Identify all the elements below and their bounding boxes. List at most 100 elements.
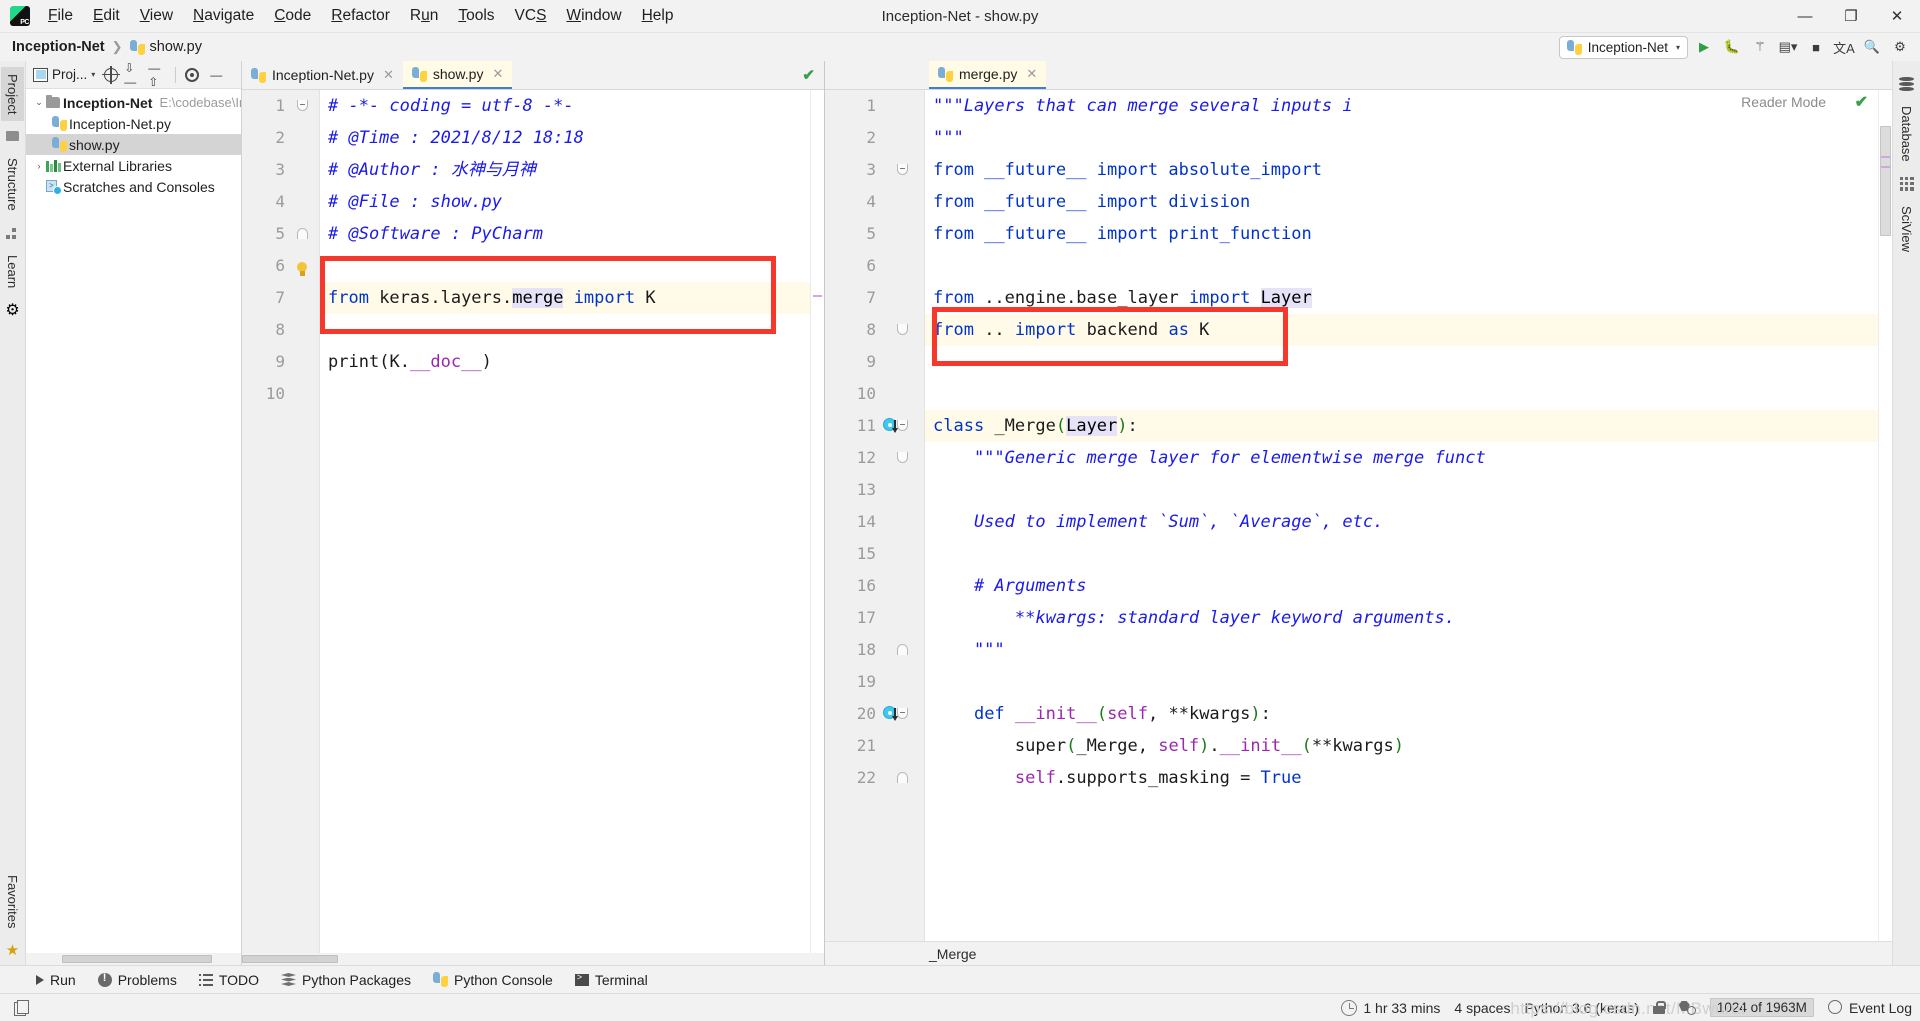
close-icon[interactable]: ✕ (1026, 66, 1037, 82)
grid-icon[interactable] (1899, 176, 1915, 192)
menu-item-window[interactable]: Window (556, 4, 631, 28)
scroll-from-source-icon[interactable] (100, 64, 122, 86)
sidebar-item-structure[interactable]: Structure (1, 151, 24, 218)
close-button[interactable]: ✕ (1874, 0, 1920, 33)
project-panel-title[interactable]: Proj... ▾ (30, 67, 98, 82)
fold-marker[interactable] (894, 762, 911, 794)
indent-widget[interactable]: 4 spaces (1454, 1000, 1510, 1016)
fold-marker[interactable] (294, 218, 311, 250)
project-panel-hscrollbar[interactable] (26, 953, 241, 965)
tab-merge-py[interactable]: merge.py ✕ (929, 61, 1047, 89)
fold-marker[interactable] (894, 154, 911, 186)
menu-item-edit[interactable]: Edit (83, 4, 130, 28)
code-line-1: """Layers that can merge several inputs … (933, 96, 1353, 116)
tree-node-scratches[interactable]: Scratches and Consoles (26, 176, 241, 197)
toolwindow-python-packages[interactable]: Python Packages (271, 969, 421, 991)
editor-pane-left: Inception-Net.py ✕ show.py ✕ ✔ 1 2 3 4 5… (242, 61, 825, 965)
gear-icon[interactable] (181, 64, 203, 86)
interpreter-widget[interactable]: Python 3.6 (keras) (1524, 1000, 1638, 1016)
expand-all-icon[interactable]: ⇩— (124, 61, 146, 89)
chevron-right-icon[interactable]: › (32, 161, 46, 171)
minimize-button[interactable]: — (1782, 0, 1828, 33)
run-coverage-icon[interactable]: ⚚ (1748, 36, 1772, 59)
menu-item-view[interactable]: View (130, 4, 183, 28)
menu-item-help[interactable]: Help (632, 4, 684, 28)
sidebar-item-project[interactable]: Project (1, 67, 24, 122)
run-configuration-selector[interactable]: Inception-Net ▾ (1558, 35, 1688, 59)
tab-inception-net-py[interactable]: Inception-Net.py ✕ (242, 61, 403, 89)
pycharm-logo-icon (10, 6, 30, 26)
sidebar-item-sciview[interactable]: SciView (1895, 199, 1918, 259)
tree-node-inception-net[interactable]: ⌄ Inception-Net E:\codebase\In (26, 92, 241, 113)
gear-icon[interactable]: ⚙ (1888, 36, 1912, 59)
learn-rail-icon[interactable]: ⚙ (5, 302, 21, 319)
toggle-toolwindows-icon[interactable] (14, 1000, 29, 1016)
chevron-down-icon[interactable]: ⌄ (32, 97, 46, 108)
toolwindow-todo[interactable]: TODO (189, 969, 269, 991)
toolwindow-python-console[interactable]: Python Console (423, 969, 563, 991)
run-gutter-icon[interactable] (883, 418, 898, 433)
search-icon[interactable]: 🔍 (1860, 36, 1884, 59)
menu-item-refactor[interactable]: Refactor (321, 4, 400, 28)
code-text-left[interactable]: # -*- coding = utf-8 -*- # @Time : 2021/… (320, 90, 824, 953)
folder-rail-icon[interactable] (5, 128, 21, 144)
toolwindow-terminal[interactable]: Terminal (565, 969, 658, 991)
reader-mode-label[interactable]: Reader Mode (1737, 94, 1830, 110)
close-icon[interactable]: ✕ (492, 66, 503, 82)
tree-node-external-libraries[interactable]: › External Libraries (26, 155, 241, 176)
sidebar-item-learn[interactable]: Learn (1, 248, 24, 295)
inspection-status-icon[interactable]: ✔ (802, 61, 815, 89)
tree-node-show-py[interactable]: show.py (26, 134, 241, 155)
toolwindow-problems[interactable]: Problems (88, 969, 187, 991)
code-text-right[interactable]: """Layers that can merge several inputs … (925, 90, 1892, 941)
menu-item-code[interactable]: Code (264, 4, 321, 28)
inspection-widget-icon[interactable] (1679, 1000, 1696, 1015)
menu-item-navigate[interactable]: Navigate (183, 4, 264, 28)
gutter-left[interactable]: 1 2 3 4 5 6 7 8 9 10 (242, 90, 320, 953)
editor-hscrollbar-left[interactable] (242, 953, 824, 965)
editor-pane-right: merge.py ✕ Reader Mode ✔ 1 2 3 4 5 6 7 8… (825, 61, 1892, 965)
collapse-all-icon[interactable]: —⇧ (148, 61, 170, 89)
lock-icon[interactable] (1652, 1001, 1666, 1014)
sidebar-item-database[interactable]: Database (1895, 99, 1918, 169)
close-icon[interactable]: ✕ (383, 67, 394, 83)
menu-item-file[interactable]: File (38, 4, 83, 28)
run-gutter-icon[interactable] (883, 706, 898, 721)
editor-tabs-left: Inception-Net.py ✕ show.py ✕ ✔ (242, 61, 824, 90)
fold-marker[interactable] (894, 442, 911, 474)
fold-marker[interactable] (294, 90, 311, 122)
stop-icon[interactable]: ■ (1804, 36, 1828, 59)
menu-item-vcs[interactable]: VCS (505, 4, 557, 28)
database-icon[interactable] (1899, 76, 1915, 92)
structure-rail-icon[interactable] (5, 225, 21, 241)
editor-tabs-right: merge.py ✕ (825, 61, 1892, 90)
gutter-right[interactable]: 1 2 3 4 5 6 7 8 9 10 11 12 13 14 15 16 1… (825, 90, 925, 941)
hide-panel-icon[interactable]: — (205, 64, 227, 86)
tree-node-inception-net-py[interactable]: Inception-Net.py (26, 113, 241, 134)
run-play-icon[interactable]: ▶ (1692, 36, 1716, 59)
breadcrumb-file[interactable]: show.py (129, 39, 202, 55)
translate-icon[interactable]: 文A (1832, 36, 1856, 59)
event-log-button[interactable]: Event Log (1827, 1000, 1912, 1016)
breadcrumb-class-label[interactable]: _Merge (929, 946, 976, 962)
debug-bug-icon[interactable]: 🐛 (1720, 36, 1744, 59)
marker-column-right[interactable] (1878, 90, 1892, 941)
tab-show-py[interactable]: show.py ✕ (402, 61, 513, 89)
menu-item-tools[interactable]: Tools (448, 4, 504, 28)
memory-indicator[interactable]: 1024 of 1963M (1709, 998, 1814, 1017)
sidebar-item-favorites[interactable]: Favorites (1, 868, 24, 935)
time-tracking-widget[interactable]: 1 hr 33 mins (1341, 999, 1440, 1016)
star-icon[interactable]: ★ (6, 941, 19, 959)
fold-marker[interactable] (894, 314, 911, 346)
profile-icon[interactable]: ▤▾ (1776, 36, 1800, 59)
marker-column-left[interactable] (810, 90, 824, 953)
breadcrumb-project[interactable]: Inception-Net (12, 39, 105, 55)
tree-node-label: Inception-Net (63, 94, 153, 111)
intention-bulb-icon[interactable] (295, 262, 309, 278)
toolwindow-run[interactable]: Run (26, 969, 86, 991)
menu-item-run[interactable]: Run (400, 4, 448, 28)
inspection-status-icon[interactable]: ✔ (1855, 92, 1868, 112)
maximize-button[interactable]: ❐ (1828, 0, 1874, 33)
toolwindow-label: Python Packages (302, 971, 411, 988)
fold-marker[interactable] (894, 634, 911, 666)
